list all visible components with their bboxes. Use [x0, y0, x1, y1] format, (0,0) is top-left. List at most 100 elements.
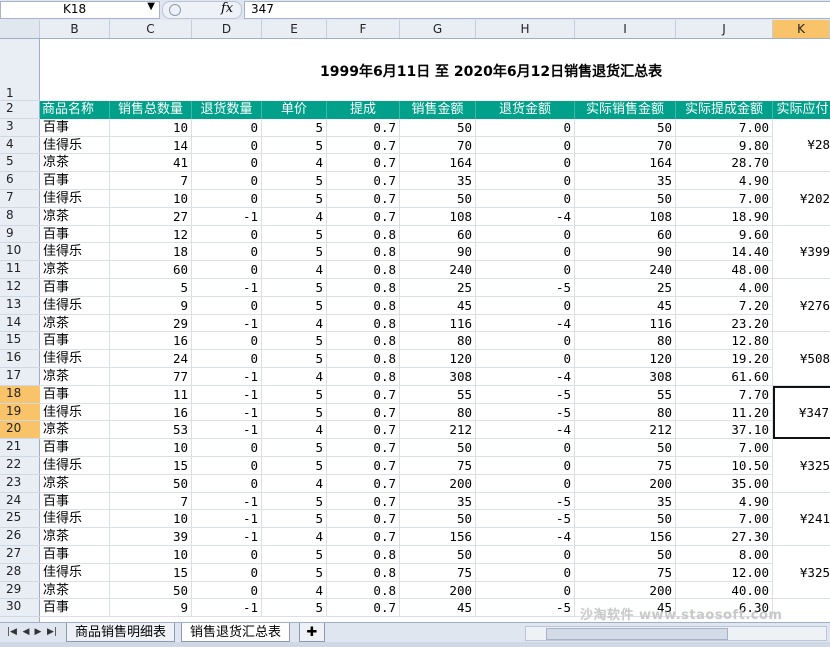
value-cell[interactable]: 35.00 [676, 474, 773, 493]
value-cell[interactable]: 240 [400, 261, 476, 279]
value-cell[interactable]: 0 [476, 225, 575, 244]
value-cell[interactable]: 120 [575, 350, 676, 368]
row-header-18[interactable]: 18 [0, 385, 40, 404]
value-cell[interactable]: 4 [262, 581, 327, 600]
value-cell[interactable]: 60 [110, 261, 192, 279]
product-name-cell[interactable]: 凉茶 [40, 207, 110, 226]
value-cell[interactable]: 4 [262, 421, 327, 440]
value-cell[interactable]: -1 [192, 403, 262, 422]
value-cell[interactable]: 10 [110, 546, 192, 564]
value-cell[interactable]: 5 [262, 563, 327, 582]
value-cell[interactable]: 45 [400, 599, 476, 618]
product-name-cell[interactable]: 百事 [40, 118, 110, 137]
value-cell[interactable]: -1 [192, 510, 262, 529]
value-cell[interactable]: 0.8 [327, 350, 400, 368]
value-cell[interactable]: 0.7 [327, 439, 400, 457]
row-header-4[interactable]: 4 [0, 137, 40, 155]
value-cell[interactable]: 156 [575, 528, 676, 546]
row-header-9[interactable]: 9 [0, 226, 40, 244]
value-cell[interactable]: 15 [110, 457, 192, 475]
product-name-cell[interactable]: 凉茶 [40, 154, 110, 173]
row-header-14[interactable]: 14 [0, 315, 40, 333]
value-cell[interactable]: 164 [575, 154, 676, 173]
first-sheet-icon[interactable]: |◀ [6, 625, 18, 639]
value-cell[interactable]: 108 [400, 207, 476, 226]
value-cell[interactable]: 0 [192, 563, 262, 582]
value-cell[interactable]: 5 [262, 492, 327, 511]
product-name-cell[interactable]: 佳得乐 [40, 457, 110, 475]
value-cell[interactable]: -5 [476, 385, 575, 404]
value-cell[interactable]: 0.7 [327, 207, 400, 226]
horizontal-scrollbar[interactable] [525, 626, 827, 641]
product-name-cell[interactable]: 凉茶 [40, 421, 110, 440]
value-cell[interactable]: 0 [192, 350, 262, 368]
value-cell[interactable]: 75 [400, 457, 476, 475]
value-cell[interactable]: 53 [110, 421, 192, 440]
value-cell[interactable]: 5 [262, 190, 327, 208]
value-cell[interactable]: 7.00 [676, 118, 773, 137]
value-cell[interactable]: 16 [110, 332, 192, 351]
value-cell[interactable]: -5 [476, 510, 575, 529]
cancel-icon[interactable] [169, 4, 181, 16]
row-header-22[interactable]: 22 [0, 457, 40, 475]
value-cell[interactable]: 5 [262, 332, 327, 351]
value-cell[interactable]: 24 [110, 350, 192, 368]
value-cell[interactable]: 0 [192, 190, 262, 208]
value-cell[interactable]: 4.90 [676, 172, 773, 190]
row-header-27[interactable]: 27 [0, 546, 40, 564]
value-cell[interactable]: 308 [575, 368, 676, 386]
value-cell[interactable]: 0 [192, 225, 262, 244]
product-name-cell[interactable]: 佳得乐 [40, 563, 110, 582]
value-cell[interactable]: 0.7 [327, 457, 400, 475]
value-cell[interactable]: 200 [400, 474, 476, 493]
row-header-1[interactable]: 1 [0, 39, 40, 101]
value-cell[interactable]: 0 [476, 190, 575, 208]
value-cell[interactable]: 10 [110, 510, 192, 529]
product-name-cell[interactable]: 百事 [40, 225, 110, 244]
value-cell[interactable]: 0.8 [327, 368, 400, 386]
payable-cell[interactable]: ¥202 [773, 172, 830, 226]
value-cell[interactable]: 0 [192, 474, 262, 493]
payable-cell[interactable]: ¥399 [773, 226, 830, 279]
prev-sheet-icon[interactable]: ◀ [20, 625, 32, 639]
value-cell[interactable]: 0 [476, 118, 575, 137]
value-cell[interactable]: 10.50 [676, 457, 773, 475]
value-cell[interactable]: 5 [262, 510, 327, 529]
value-cell[interactable]: 45 [575, 296, 676, 315]
product-name-cell[interactable]: 凉茶 [40, 528, 110, 546]
value-cell[interactable]: 0.7 [327, 136, 400, 155]
product-name-cell[interactable]: 百事 [40, 599, 110, 618]
value-cell[interactable]: 40.00 [676, 581, 773, 600]
value-cell[interactable]: 0 [192, 457, 262, 475]
value-cell[interactable]: -1 [192, 385, 262, 404]
value-cell[interactable]: 12 [110, 225, 192, 244]
product-name-cell[interactable]: 百事 [40, 172, 110, 190]
payable-cell[interactable]: ¥276 [773, 279, 830, 333]
value-cell[interactable]: 5 [262, 546, 327, 564]
product-name-cell[interactable]: 佳得乐 [40, 190, 110, 208]
row-header-8[interactable]: 8 [0, 208, 40, 226]
value-cell[interactable]: -5 [476, 492, 575, 511]
value-cell[interactable]: 0.8 [327, 581, 400, 600]
value-cell[interactable]: 61.60 [676, 368, 773, 386]
insert-function-icon[interactable]: fx [221, 1, 233, 16]
value-cell[interactable]: 18 [110, 243, 192, 262]
value-cell[interactable]: 0.7 [327, 190, 400, 208]
value-cell[interactable]: 9 [110, 296, 192, 315]
value-cell[interactable]: 0 [476, 581, 575, 600]
next-sheet-icon[interactable]: ▶ [32, 625, 44, 639]
value-cell[interactable]: 0 [192, 439, 262, 457]
value-cell[interactable]: -1 [192, 492, 262, 511]
value-cell[interactable]: 25 [400, 279, 476, 297]
column-header-k[interactable]: K [773, 20, 830, 38]
row-header-5[interactable]: 5 [0, 154, 40, 173]
value-cell[interactable]: 5 [262, 599, 327, 618]
product-name-cell[interactable]: 佳得乐 [40, 296, 110, 315]
value-cell[interactable]: 0 [476, 332, 575, 351]
value-cell[interactable]: 0.7 [327, 403, 400, 422]
value-cell[interactable]: 5 [262, 118, 327, 137]
value-cell[interactable]: 70 [575, 136, 676, 155]
value-cell[interactable]: 9.80 [676, 136, 773, 155]
value-cell[interactable]: 8.00 [676, 546, 773, 564]
value-cell[interactable]: 50 [575, 546, 676, 564]
